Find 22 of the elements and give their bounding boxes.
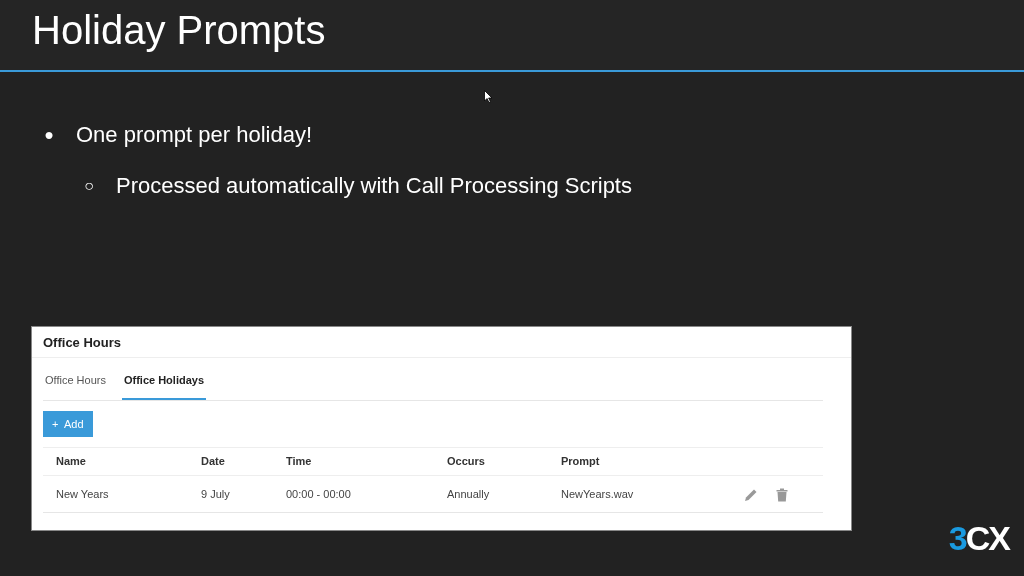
tab[interactable]: Office Hours bbox=[43, 368, 108, 400]
column-header: Date bbox=[188, 447, 273, 475]
edit-icon[interactable] bbox=[744, 487, 758, 502]
column-header: Name bbox=[43, 447, 188, 475]
table-cell: Annually bbox=[434, 475, 548, 513]
bullet-text: One prompt per holiday! bbox=[76, 121, 313, 149]
bullet-marker: ○ bbox=[83, 175, 95, 196]
table-cell: 00:00 - 00:00 bbox=[273, 475, 434, 513]
bullet-text: Processed automatically with Call Processing Scripts bbox=[116, 172, 632, 200]
slide-title: Holiday Prompts bbox=[32, 7, 327, 54]
column-header: Prompt bbox=[548, 447, 691, 475]
panel-title: Office Hours bbox=[32, 327, 851, 358]
table-cell: 9 July bbox=[188, 475, 273, 513]
bullet-marker: ● bbox=[43, 124, 55, 145]
trash-icon[interactable] bbox=[776, 487, 788, 502]
column-header: Occurs bbox=[434, 447, 548, 475]
logo: 3CX bbox=[948, 518, 1009, 559]
table-cell: NewYears.wav bbox=[548, 475, 691, 513]
column-header: Time bbox=[273, 447, 434, 475]
tab[interactable]: Office Holidays bbox=[121, 368, 206, 400]
table-cell: New Years bbox=[43, 475, 188, 513]
cursor-icon bbox=[484, 90, 493, 103]
